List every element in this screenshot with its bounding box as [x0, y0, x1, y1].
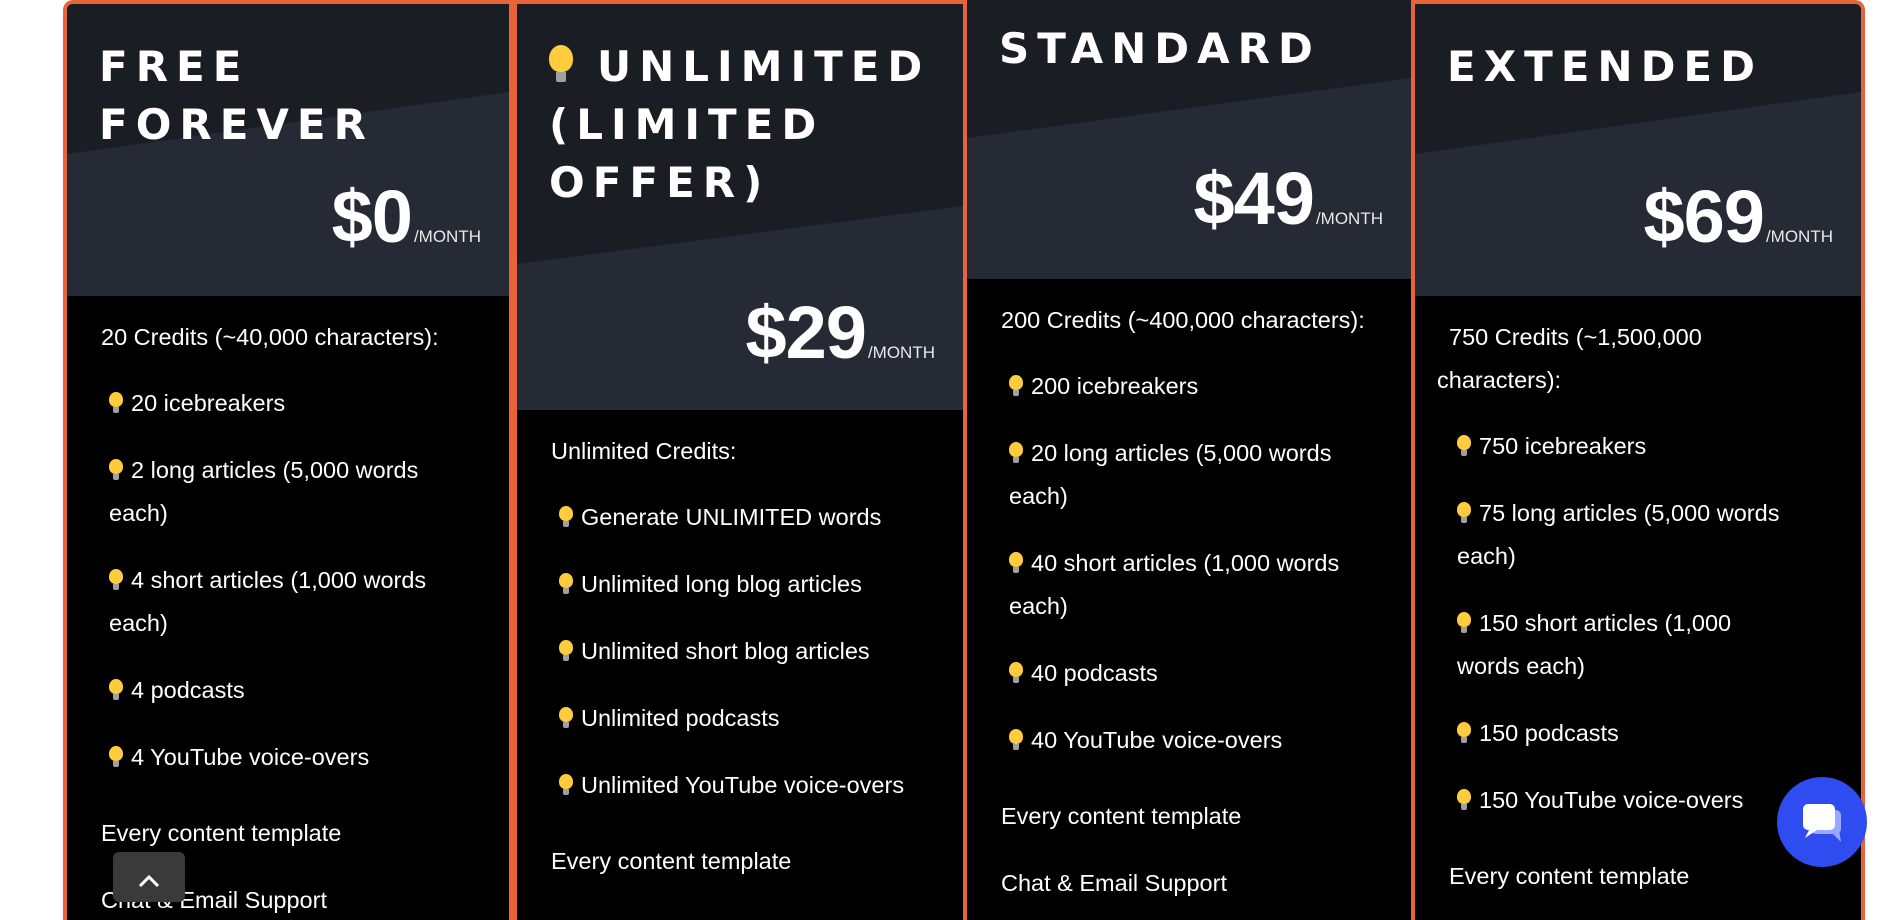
plan-header: FREE FOREVER $0 /MONTH: [67, 4, 509, 296]
lightbulb-icon: [1457, 722, 1471, 744]
credits-intro: 200 Credits (~400,000 characters):: [1001, 307, 1365, 333]
lightbulb-icon: [559, 506, 573, 528]
plan-title: UNLIMITED (LIMITED OFFER): [549, 42, 931, 207]
plan-price: $69 /MONTH: [1643, 174, 1833, 259]
plan-body: Unlimited Credits: Generate UNLIMITED wo…: [517, 410, 963, 883]
plan-header: UNLIMITED (LIMITED OFFER) $29 /MONTH: [517, 4, 963, 410]
plan-card-free-forever: FREE FOREVER $0 /MONTH 20 Credits (~40,0…: [63, 0, 513, 920]
feature-item: 4 YouTube voice-overs: [109, 736, 479, 779]
price-period: /MONTH: [867, 343, 935, 362]
plan-price: $0 /MONTH: [332, 174, 481, 259]
plan-price: $49 /MONTH: [1193, 156, 1383, 241]
lightbulb-icon: [1457, 789, 1471, 811]
chevron-up-icon: [138, 874, 160, 888]
lightbulb-icon: [559, 774, 573, 796]
feature-item: 4 short articles (1,000 words each): [109, 567, 427, 636]
feature-item: 750 icebreakers: [1457, 425, 1831, 468]
feature-item: 150 short articles (1,000 words each): [1457, 610, 1732, 679]
extra-item: Every content template: [1001, 803, 1242, 829]
lightbulb-icon: [549, 45, 573, 83]
price-amount: $29: [745, 291, 866, 374]
feature-item: Unlimited long blog articles: [559, 563, 933, 606]
lightbulb-icon: [1009, 552, 1023, 574]
credits-intro: 20 Credits (~40,000 characters):: [101, 324, 439, 350]
price-period: /MONTH: [413, 227, 481, 246]
plan-card-unlimited: UNLIMITED (LIMITED OFFER) $29 /MONTH Unl…: [513, 0, 967, 920]
extra-item: Every content template: [1449, 863, 1690, 889]
lightbulb-icon: [109, 746, 123, 768]
chat-widget-button[interactable]: [1777, 777, 1867, 867]
feature-item: Generate UNLIMITED words: [559, 496, 933, 539]
extra-item: Chat & Email Support: [1001, 870, 1227, 896]
price-period: /MONTH: [1315, 209, 1383, 228]
lightbulb-icon: [109, 392, 123, 414]
plan-header: STANDARD $49 /MONTH: [967, 0, 1411, 279]
lightbulb-icon: [1009, 662, 1023, 684]
plan-card-extended: EXTENDED $69 /MONTH 750 Credits (~1,500,…: [1415, 0, 1865, 920]
plan-header: EXTENDED $69 /MONTH: [1415, 4, 1861, 296]
plan-title: FREE FOREVER: [99, 42, 374, 149]
lightbulb-icon: [1457, 502, 1471, 524]
price-amount: $49: [1193, 157, 1314, 240]
lightbulb-icon: [109, 459, 123, 481]
extra-item: Every content template: [551, 848, 792, 874]
feature-item: 20 long articles (5,000 words each): [1009, 440, 1332, 509]
price-amount: $69: [1643, 175, 1764, 258]
lightbulb-icon: [559, 573, 573, 595]
feature-item: Unlimited short blog articles: [559, 630, 933, 673]
feature-item: 40 podcasts: [1009, 652, 1381, 695]
credits-intro: 750 Credits (~1,500,000 characters):: [1437, 324, 1702, 393]
plan-body: 20 Credits (~40,000 characters): 20 iceb…: [67, 296, 509, 920]
plan-price: $29 /MONTH: [745, 290, 935, 375]
feature-item: 4 podcasts: [109, 669, 479, 712]
feature-item: 2 long articles (5,000 words each): [109, 457, 419, 526]
plan-title: EXTENDED: [1447, 42, 1763, 91]
plan-body: 200 Credits (~400,000 characters): 200 i…: [967, 279, 1411, 905]
extra-item: Every content template: [101, 820, 342, 846]
lightbulb-icon: [1009, 375, 1023, 397]
feature-item: 150 podcasts: [1457, 712, 1831, 755]
lightbulb-icon: [109, 679, 123, 701]
feature-item: Unlimited YouTube voice-overs: [559, 764, 933, 807]
feature-item: Unlimited podcasts: [559, 697, 933, 740]
feature-item: 200 icebreakers: [1009, 365, 1381, 408]
credits-intro: Unlimited Credits:: [551, 438, 737, 464]
lightbulb-icon: [1009, 729, 1023, 751]
lightbulb-icon: [559, 640, 573, 662]
feature-item: 40 short articles (1,000 words each): [1009, 550, 1340, 619]
lightbulb-icon: [1457, 612, 1471, 634]
lightbulb-icon: [109, 569, 123, 591]
plan-title: STANDARD: [999, 24, 1321, 73]
lightbulb-icon: [1457, 435, 1471, 457]
price-amount: $0: [331, 175, 413, 258]
lightbulb-icon: [559, 707, 573, 729]
lightbulb-icon: [1009, 442, 1023, 464]
chat-bubble-icon: [1803, 804, 1841, 842]
plan-card-standard: STANDARD $49 /MONTH 200 Credits (~400,00…: [967, 0, 1415, 920]
feature-item: 150 YouTube voice-overs: [1457, 779, 1831, 822]
feature-item: 40 YouTube voice-overs: [1009, 719, 1381, 762]
feature-item: 75 long articles (5,000 words each): [1457, 500, 1780, 569]
price-period: /MONTH: [1765, 227, 1833, 246]
scroll-to-top-button[interactable]: [113, 852, 185, 902]
feature-item: 20 icebreakers: [109, 382, 479, 425]
